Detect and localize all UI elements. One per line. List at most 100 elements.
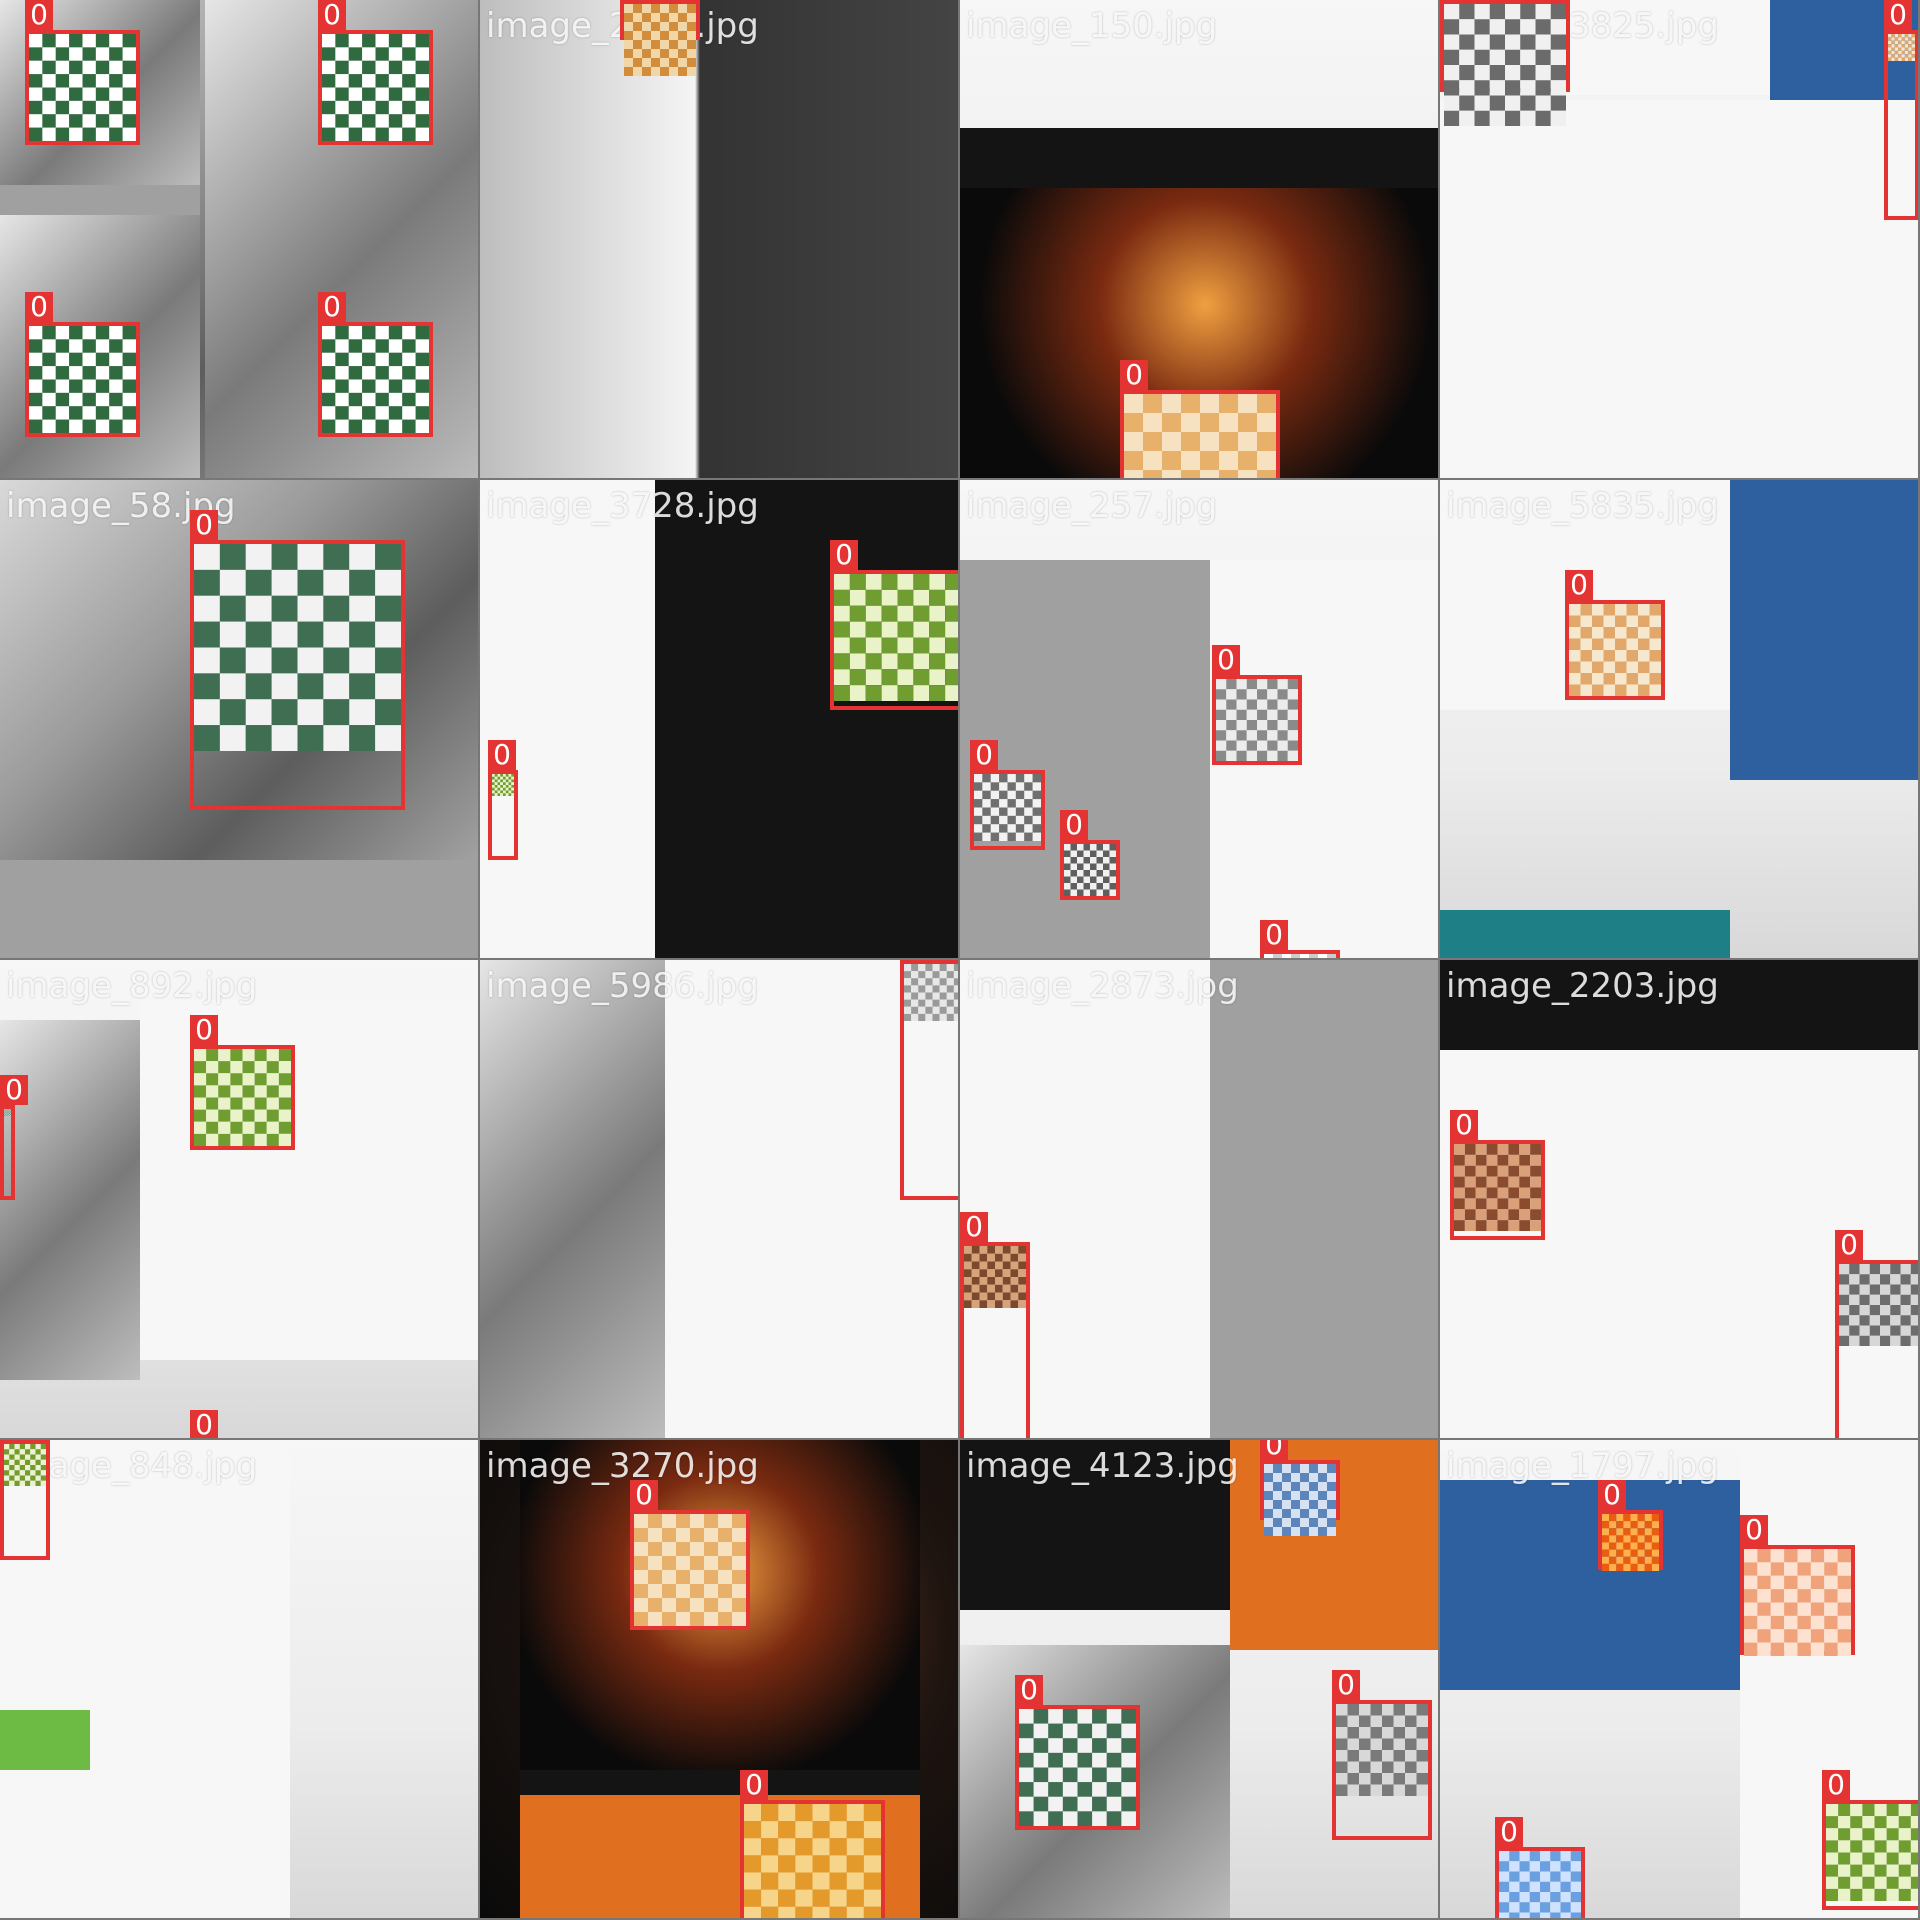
board-square — [4, 1112, 5, 1114]
board-square — [946, 985, 954, 993]
board-square — [511, 779, 514, 783]
board-square — [1890, 1274, 1901, 1285]
board-square — [660, 31, 669, 40]
board-square — [834, 653, 850, 670]
board-square — [1200, 413, 1219, 432]
board-square — [1062, 1782, 1078, 1797]
board-square — [40, 1449, 46, 1455]
board-square — [953, 978, 958, 986]
board-square — [1121, 1738, 1136, 1753]
board-square — [1309, 954, 1318, 958]
board-square — [1529, 1892, 1540, 1903]
board-square — [945, 685, 958, 701]
board-square — [971, 1277, 980, 1285]
board-square — [1048, 1738, 1063, 1753]
board-square — [829, 1804, 847, 1822]
board-square — [987, 1292, 995, 1301]
board-square — [1509, 1912, 1520, 1918]
board-square — [849, 685, 866, 701]
board-square — [1910, 1876, 1918, 1889]
board-square — [964, 1284, 972, 1293]
board-square — [402, 127, 416, 141]
board-square — [1550, 1861, 1561, 1872]
board-square — [4, 1113, 6, 1115]
board-square — [1257, 720, 1268, 731]
board-square — [1064, 857, 1071, 864]
board-square — [1474, 80, 1490, 96]
board-square — [974, 782, 983, 791]
board-square — [40, 1454, 46, 1460]
board-square — [55, 352, 70, 367]
board-square — [4, 1113, 5, 1115]
board-square — [1898, 1816, 1911, 1829]
board-square — [1499, 1902, 1510, 1913]
board-square — [982, 782, 991, 791]
detection-box: 0 — [1060, 810, 1120, 900]
board-square — [230, 1049, 243, 1062]
detection-class-tag: 0 — [1822, 1770, 1850, 1800]
chessboard — [1264, 1464, 1336, 1536]
board-square — [834, 685, 850, 701]
board-square — [10, 1114, 11, 1116]
board-square — [29, 392, 43, 407]
board-square — [362, 352, 376, 367]
board-square — [109, 34, 123, 48]
board-square — [1291, 1527, 1300, 1536]
board-square — [1257, 413, 1276, 432]
board-square — [1886, 1876, 1899, 1889]
detection-class-tag: 0 — [1450, 1110, 1478, 1140]
board-square — [1869, 1294, 1880, 1305]
board-square — [1291, 954, 1300, 958]
board-square — [1784, 1575, 1798, 1590]
board-square — [1277, 689, 1288, 700]
board-square — [1615, 615, 1627, 627]
board-square — [42, 379, 56, 393]
board-square — [271, 569, 298, 596]
board-square — [95, 74, 110, 88]
board-square — [690, 1542, 704, 1556]
board-square — [1651, 1556, 1659, 1564]
board-square — [939, 978, 947, 986]
board-square — [849, 653, 866, 670]
board-square — [375, 419, 389, 433]
board-square — [122, 127, 136, 141]
board-square — [503, 782, 506, 785]
board-square — [219, 621, 246, 648]
board-square — [1267, 689, 1278, 700]
board-square — [1064, 850, 1071, 857]
board-square — [1837, 1575, 1851, 1590]
board-square — [642, 13, 651, 22]
board-square — [834, 637, 850, 654]
board-square — [761, 1906, 779, 1918]
board-square — [1890, 1315, 1901, 1326]
board-square — [704, 1612, 718, 1626]
board-square — [109, 352, 123, 367]
board-square — [881, 589, 898, 606]
board-square — [194, 1097, 207, 1110]
board-square — [1077, 1796, 1093, 1812]
board-square — [1535, 4, 1551, 20]
board-square — [1826, 1828, 1839, 1841]
board-square — [1083, 850, 1090, 857]
board-square — [1637, 1528, 1645, 1536]
board-square — [1246, 699, 1257, 710]
board-square — [206, 1097, 219, 1110]
board-square — [1181, 394, 1200, 413]
board-square — [1070, 870, 1077, 877]
board-square — [1216, 740, 1227, 751]
board-square — [1505, 65, 1521, 81]
board-square — [1910, 1888, 1918, 1901]
board-square — [1894, 44, 1899, 48]
board-square — [1096, 850, 1103, 857]
board-square — [918, 1013, 926, 1021]
board-square — [704, 1514, 718, 1528]
board-square — [322, 406, 336, 420]
board-square — [1246, 689, 1257, 700]
board-square — [1336, 1784, 1348, 1796]
board-square — [990, 832, 1000, 841]
board-square — [1007, 807, 1016, 816]
board-square — [1282, 1500, 1291, 1509]
board-square — [1291, 1464, 1300, 1473]
board-square — [964, 1253, 972, 1262]
board-square — [1898, 1828, 1911, 1841]
